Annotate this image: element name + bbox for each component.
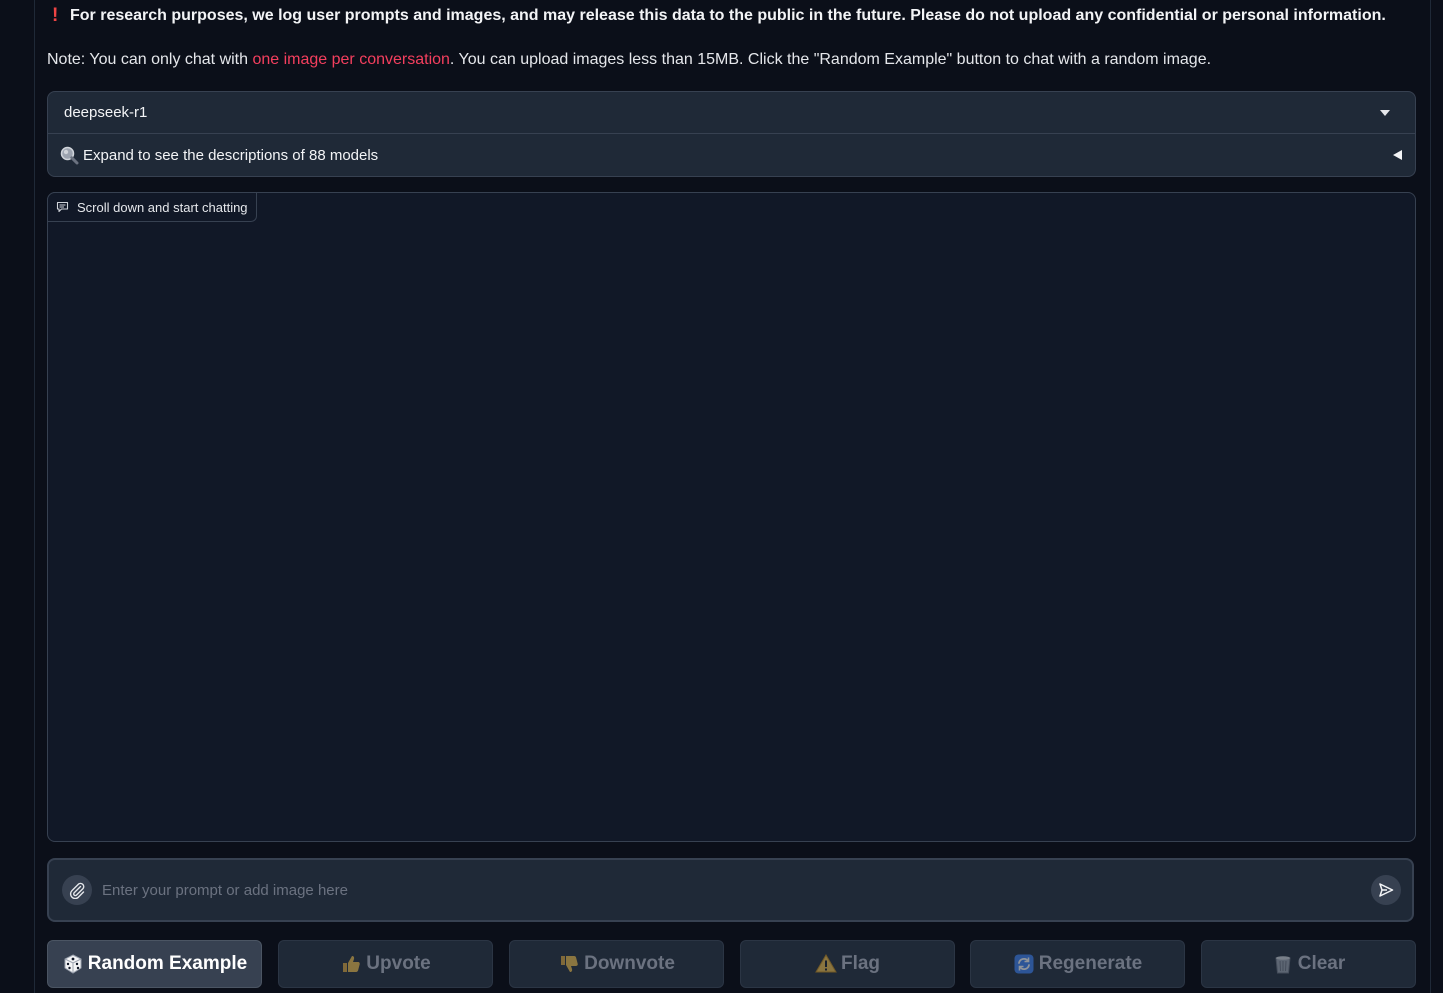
usage-note: Note: You can only chat with one image p… [47,48,1211,72]
regenerate-label: Regenerate [1038,953,1143,974]
downvote-label: Downvote [584,953,675,974]
flag-label: Flag [840,953,881,974]
chatbot-area: Scroll down and start chatting [47,192,1416,842]
note-suffix: . You can upload images less than 15MB. … [449,51,1212,68]
downvote-button[interactable]: Downvote [509,940,724,988]
model-selector-panel: deepseek-r1 Expand to see the descriptio… [47,91,1416,177]
magnifier-icon [60,146,79,165]
action-buttons: Random Example Upvote Downvote Flag Rege… [47,940,1416,988]
privacy-warning-text: For research purposes, we log user promp… [70,7,1386,24]
model-dropdown[interactable]: deepseek-r1 [48,92,1415,134]
chevron-down-icon[interactable] [1380,109,1390,116]
model-descriptions-accordion[interactable]: Expand to see the descriptions of 88 mod… [48,134,1415,176]
random-example-button[interactable]: Random Example [47,940,262,988]
warning-icon [815,953,837,975]
note-prefix: Note: You can only chat with [47,51,253,68]
accordion-label: Expand to see the descriptions of 88 mod… [83,146,379,164]
privacy-warning: ! For research purposes, we log user pro… [52,4,1386,28]
chat-bubble-icon [56,201,69,213]
prompt-input[interactable] [100,874,1371,906]
caret-left-icon[interactable] [1393,150,1402,160]
exclamation-icon: ! [52,5,59,26]
send-icon[interactable] [1371,875,1401,905]
upvote-button[interactable]: Upvote [278,940,493,988]
clear-button[interactable]: Clear [1201,940,1416,988]
dice-icon [62,953,84,975]
model-dropdown-value: deepseek-r1 [64,104,148,121]
paperclip-icon[interactable] [62,875,92,905]
note-highlight: one image per conversation [252,51,450,68]
thumbs-down-icon [558,953,580,975]
upvote-label: Upvote [366,953,431,974]
regenerate-button[interactable]: Regenerate [970,940,1185,988]
chatbot-label: Scroll down and start chatting [47,192,257,222]
prompt-bar [47,858,1414,922]
thumbs-up-icon [340,953,362,975]
wastebasket-icon [1272,953,1294,975]
clear-label: Clear [1297,953,1346,974]
random-example-label: Random Example [87,953,248,974]
flag-button[interactable]: Flag [740,940,955,988]
chatbot-label-text: Scroll down and start chatting [77,199,248,215]
refresh-icon [1013,953,1035,975]
